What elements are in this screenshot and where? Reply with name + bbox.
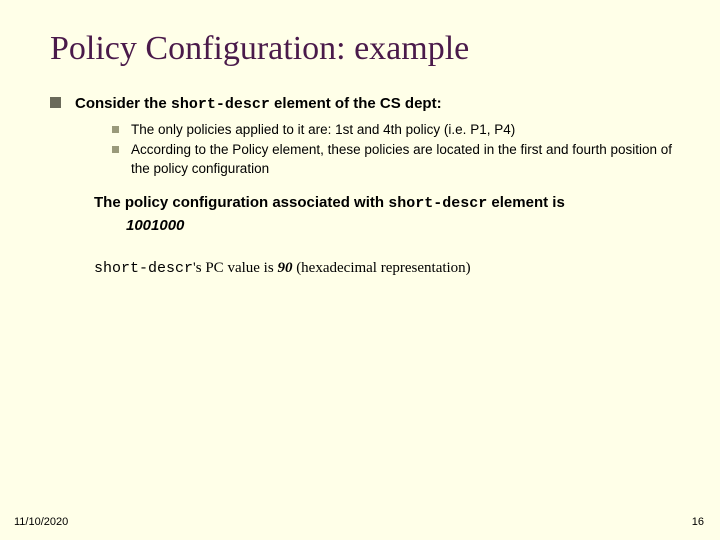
text-mid: 's — [193, 260, 205, 276]
text-mid: value is — [224, 260, 278, 276]
square-bullet-icon — [112, 146, 119, 153]
code-short-descr: short-descr — [171, 96, 270, 113]
bullet-level1: Consider the short-descr element of the … — [50, 94, 680, 115]
slide: Policy Configuration: example Consider t… — [0, 0, 720, 540]
bullet-level2: According to the Policy element, these p… — [112, 141, 680, 177]
config-binary-value: 1001000 — [126, 215, 680, 238]
config-statement-text: The policy configuration associated with… — [94, 192, 680, 238]
text-tail: (hexadecimal representation) — [292, 260, 470, 276]
text-suffix: element is — [487, 194, 565, 211]
bullet-level2-group: The only policies applied to it are: 1st… — [112, 121, 680, 178]
pc-label: PC — [205, 260, 223, 276]
code-short-descr: short-descr — [94, 260, 193, 277]
footer-date: 11/10/2020 — [14, 516, 68, 528]
bullet-level2-text: The only policies applied to it are: 1st… — [131, 121, 515, 139]
pc-value-statement: short-descr's PC value is 90 (hexadecima… — [94, 260, 680, 277]
footer-page-number: 16 — [692, 516, 704, 528]
text-prefix: The policy configuration associated with — [94, 194, 388, 211]
text-suffix: element of the CS dept: — [270, 95, 442, 112]
text-prefix: Consider the — [75, 95, 171, 112]
bullet-level1-text: Consider the short-descr element of the … — [75, 94, 442, 115]
bullet-level2-text: According to the Policy element, these p… — [131, 141, 680, 177]
square-bullet-icon — [50, 97, 61, 108]
code-short-descr: short-descr — [388, 195, 487, 212]
slide-title: Policy Configuration: example — [50, 30, 680, 68]
bullet-level2: The only policies applied to it are: 1st… — [112, 121, 680, 139]
pc-value-text: short-descr's PC value is 90 (hexadecima… — [94, 260, 680, 277]
pc-hex-value: 90 — [277, 260, 292, 276]
config-statement: The policy configuration associated with… — [94, 192, 680, 238]
square-bullet-icon — [112, 126, 119, 133]
